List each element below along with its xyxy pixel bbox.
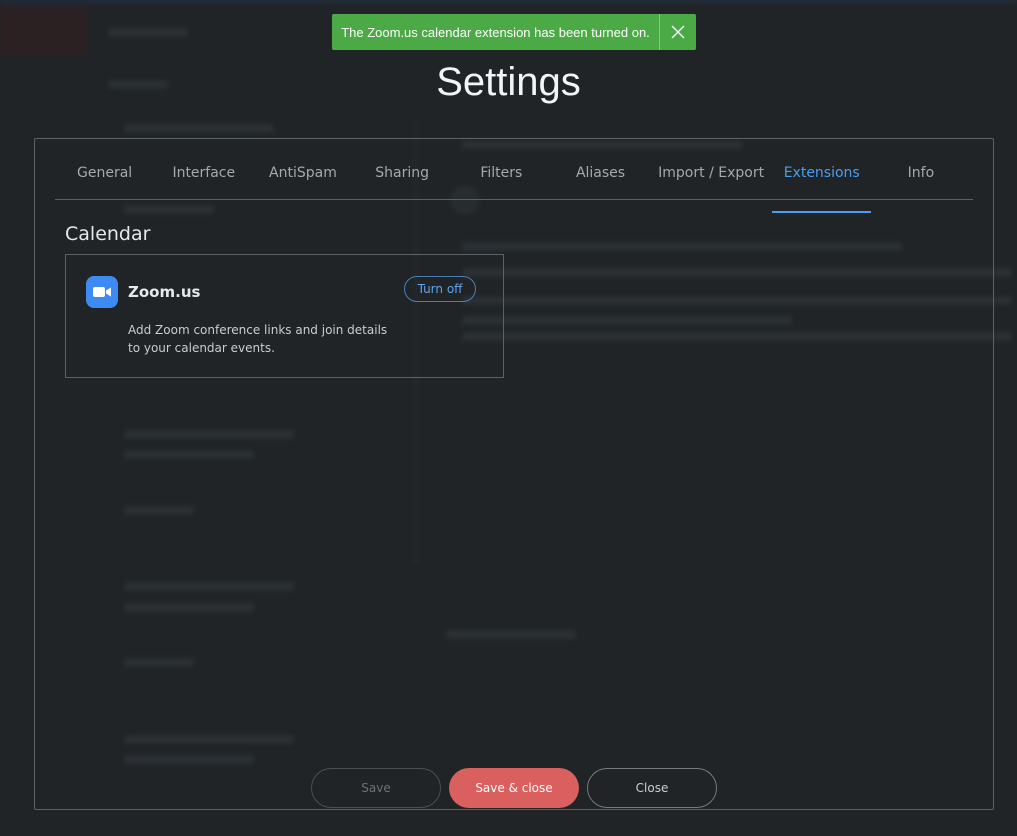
extension-description: Add Zoom conference links and join detai…	[128, 323, 388, 355]
settings-tabs: General Interface AntiSpam Sharing Filte…	[55, 161, 973, 213]
turn-off-button[interactable]: Turn off	[404, 276, 476, 302]
tab-info[interactable]: Info	[871, 161, 970, 199]
zoom-camera-icon	[86, 276, 118, 308]
toast-message: The Zoom.us calendar extension has been …	[332, 14, 660, 50]
settings-dialog: General Interface AntiSpam Sharing Filte…	[34, 138, 994, 810]
tab-antispam[interactable]: AntiSpam	[253, 161, 352, 199]
tab-interface[interactable]: Interface	[154, 161, 253, 199]
close-button[interactable]: Close	[587, 768, 717, 808]
toast-close-button[interactable]	[660, 14, 696, 50]
extension-card: Zoom.us Turn off Add Zoom conference lin…	[65, 254, 504, 378]
save-and-close-button[interactable]: Save & close	[449, 768, 579, 808]
tab-aliases[interactable]: Aliases	[551, 161, 650, 199]
tab-import-export[interactable]: Import / Export	[650, 161, 772, 199]
tab-sharing[interactable]: Sharing	[353, 161, 452, 199]
success-toast: The Zoom.us calendar extension has been …	[332, 14, 696, 50]
tab-extensions[interactable]: Extensions	[772, 161, 872, 213]
video-camera-icon	[93, 287, 111, 297]
section-title: Calendar	[65, 223, 151, 245]
save-button[interactable]: Save	[311, 768, 441, 808]
extension-name: Zoom.us	[128, 283, 201, 301]
page-title: Settings	[436, 60, 581, 104]
tab-filters[interactable]: Filters	[452, 161, 551, 199]
tab-general[interactable]: General	[55, 161, 154, 199]
close-icon	[671, 25, 685, 39]
